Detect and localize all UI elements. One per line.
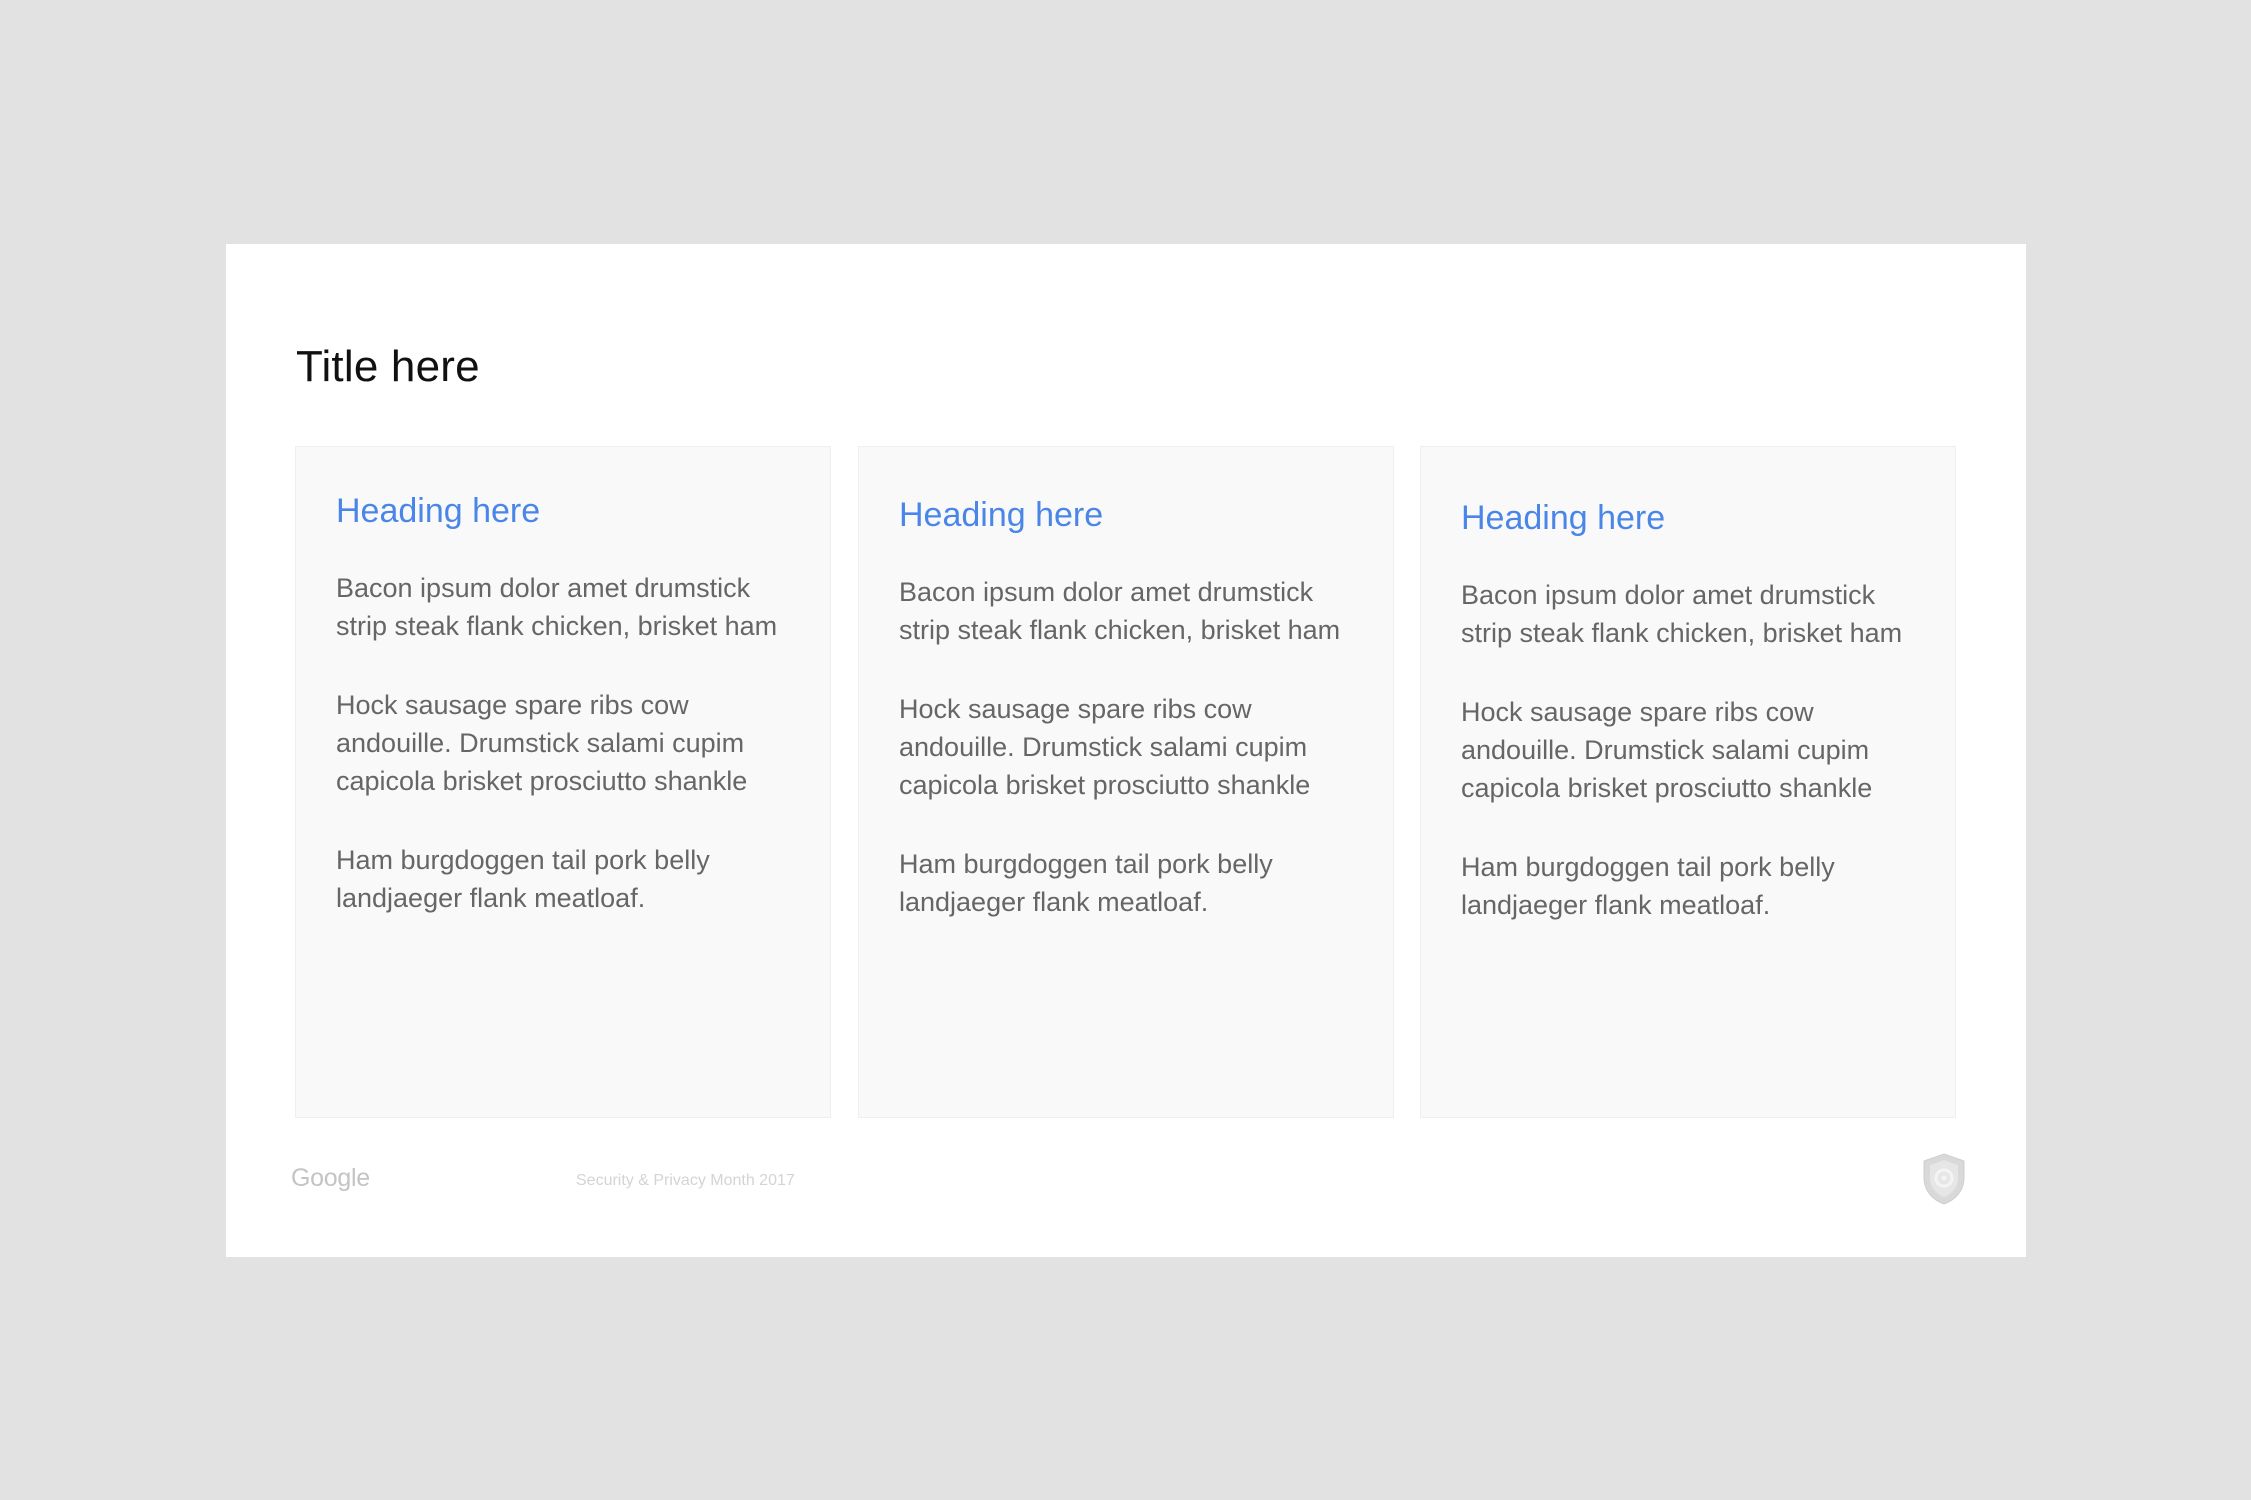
slide: Title here Heading here Bacon ipsum dolo… [226, 244, 2026, 1257]
google-logo: Google [291, 1164, 370, 1192]
content-card: Heading here Bacon ipsum dolor amet drum… [858, 446, 1394, 1118]
card-heading: Heading here [336, 492, 541, 530]
card-paragraph: Bacon ipsum dolor amet drumstick strip s… [1461, 580, 1903, 648]
card-paragraph: Ham burgdoggen tail pork belly landjaege… [336, 845, 710, 913]
card-body: Bacon ipsum dolor amet drumstick strip s… [899, 573, 1369, 962]
shield-icon [1921, 1152, 1967, 1206]
slide-title: Title here [296, 342, 480, 391]
card-paragraph: Ham burgdoggen tail pork belly landjaege… [1461, 852, 1835, 920]
card-paragraph: Bacon ipsum dolor amet drumstick strip s… [336, 573, 778, 641]
card-paragraph: Hock sausage spare ribs cow andouille. D… [1461, 697, 1873, 803]
card-paragraph: Bacon ipsum dolor amet drumstick strip s… [899, 577, 1341, 645]
card-heading: Heading here [1461, 499, 1666, 537]
content-card: Heading here Bacon ipsum dolor amet drum… [1420, 446, 1956, 1118]
content-card: Heading here Bacon ipsum dolor amet drum… [295, 446, 831, 1118]
card-paragraph: Hock sausage spare ribs cow andouille. D… [899, 694, 1311, 800]
card-paragraph: Hock sausage spare ribs cow andouille. D… [336, 690, 748, 796]
card-heading: Heading here [899, 496, 1104, 534]
footer-text: Security & Privacy Month 2017 [576, 1172, 795, 1189]
card-body: Bacon ipsum dolor amet drumstick strip s… [336, 569, 806, 958]
card-body: Bacon ipsum dolor amet drumstick strip s… [1461, 576, 1931, 965]
card-paragraph: Ham burgdoggen tail pork belly landjaege… [899, 849, 1273, 917]
